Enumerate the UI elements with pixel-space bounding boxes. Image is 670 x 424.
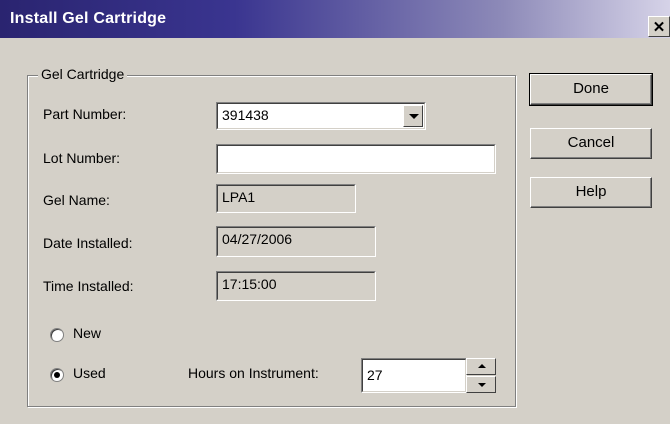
dropdown-arrow-icon[interactable] xyxy=(403,105,423,127)
help-button[interactable]: Help xyxy=(530,177,652,208)
group-title: Gel Cartridge xyxy=(38,66,128,82)
time-installed-value: 17:15:00 xyxy=(222,276,277,292)
close-icon: ✕ xyxy=(652,18,666,36)
cancel-button[interactable]: Cancel xyxy=(530,128,652,159)
part-number-combobox[interactable]: 391438 xyxy=(216,102,426,130)
part-number-label: Part Number: xyxy=(43,106,127,122)
used-radio-label[interactable]: Used xyxy=(73,365,106,381)
part-number-value: 391438 xyxy=(222,107,269,123)
lot-number-label: Lot Number: xyxy=(43,150,121,166)
time-installed-label: Time Installed: xyxy=(43,278,134,294)
close-button[interactable]: ✕ xyxy=(648,16,670,37)
gel-name-label: Gel Name: xyxy=(43,192,110,208)
new-radio-label[interactable]: New xyxy=(73,325,101,341)
gel-name-field: LPA1 xyxy=(216,184,356,213)
hours-value: 27 xyxy=(367,367,383,383)
spin-up-arrow-icon[interactable] xyxy=(466,358,496,375)
window-title: Install Gel Cartridge xyxy=(10,10,167,27)
gel-name-value: LPA1 xyxy=(222,189,256,205)
spin-down-arrow-icon[interactable] xyxy=(466,376,496,393)
new-radio[interactable] xyxy=(50,328,64,342)
lot-number-input[interactable] xyxy=(216,144,496,174)
used-radio[interactable] xyxy=(50,368,64,382)
date-installed-label: Date Installed: xyxy=(43,235,133,251)
hours-label: Hours on Instrument: xyxy=(188,365,319,381)
done-button[interactable]: Done xyxy=(529,73,653,106)
date-installed-field: 04/27/2006 xyxy=(216,226,376,257)
time-installed-field: 17:15:00 xyxy=(216,271,376,301)
hours-spinner[interactable] xyxy=(466,358,496,393)
hours-input[interactable]: 27 xyxy=(361,358,467,393)
title-bar: Install Gel Cartridge ✕ xyxy=(0,0,670,38)
date-installed-value: 04/27/2006 xyxy=(222,231,293,247)
